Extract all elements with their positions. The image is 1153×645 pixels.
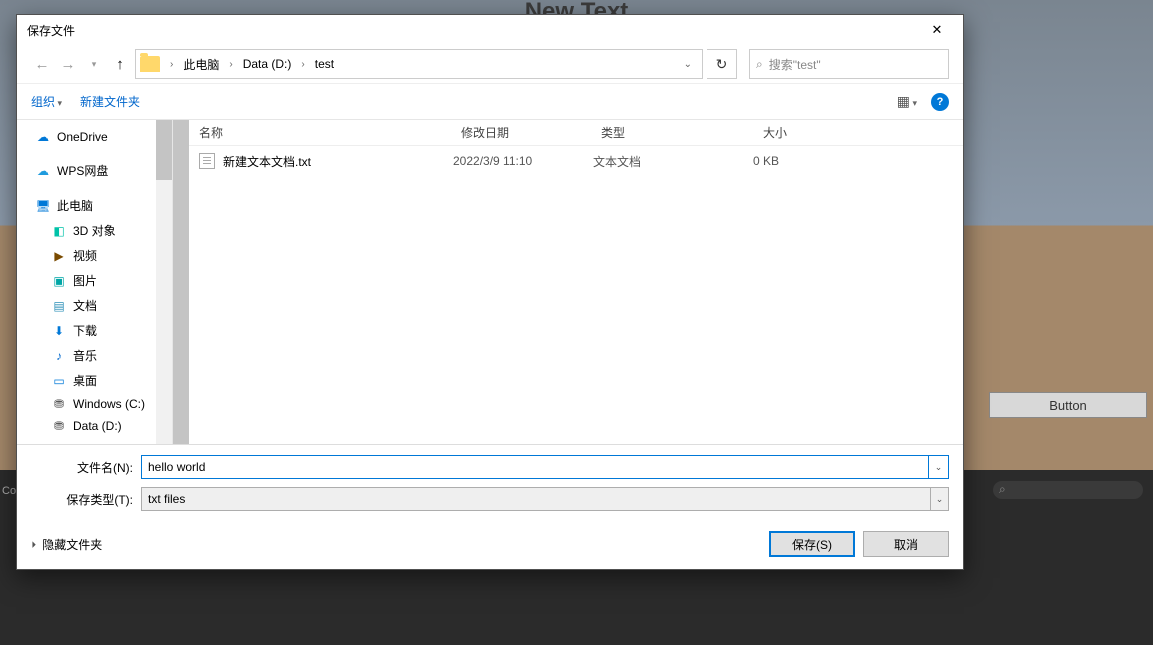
hide-folders-toggle[interactable]: 隐藏文件夹: [31, 536, 102, 553]
savetype-dropdown[interactable]: ⌄: [931, 487, 949, 511]
column-size[interactable]: 大小: [717, 124, 797, 141]
filename-input[interactable]: [141, 455, 929, 479]
chevron-right-icon: ›: [225, 59, 236, 70]
savetype-label: 保存类型(T):: [31, 491, 141, 508]
organize-menu[interactable]: 组织: [31, 93, 62, 110]
pc-icon: 🖥: [35, 199, 51, 213]
pictures-icon: ▣: [51, 274, 67, 288]
textfile-icon: [199, 153, 215, 169]
filename-dropdown[interactable]: ⌄: [929, 455, 949, 479]
tree-item-desktop[interactable]: ▭桌面: [17, 368, 172, 393]
drive-icon: ⛃: [51, 397, 67, 411]
dialog-titlebar: 保存文件 ✕: [17, 15, 963, 45]
back-button[interactable]: ←: [31, 53, 53, 75]
cloud-icon: ☁: [35, 130, 51, 144]
column-date[interactable]: 修改日期: [461, 124, 601, 141]
cloud-icon: ☁: [35, 164, 51, 178]
folder-icon: [140, 56, 160, 72]
recent-button[interactable]: ▾: [83, 53, 105, 75]
file-list-pane: 名称 修改日期 类型 大小 新建文本文档.txt 2022/3/9 11:10 …: [173, 120, 963, 444]
tree-item-3d[interactable]: ◧3D 对象: [17, 218, 172, 243]
breadcrumb-item-pc[interactable]: 此电脑: [179, 54, 223, 75]
navigation-row: ← → ▾ ↑ › 此电脑 › Data (D:) › test ⌄ ↻ ⌕ 搜…: [17, 45, 963, 83]
tree-item-drive-c[interactable]: ⛃Windows (C:): [17, 393, 172, 415]
file-name: 新建文本文档.txt: [223, 153, 311, 170]
tree-item-onedrive[interactable]: ☁OneDrive: [17, 126, 172, 148]
up-button[interactable]: ↑: [109, 53, 131, 75]
search-input[interactable]: ⌕ 搜索"test": [749, 49, 949, 79]
column-name[interactable]: 名称: [199, 124, 461, 141]
view-options-button[interactable]: ▦: [897, 93, 917, 110]
column-type[interactable]: 类型: [601, 124, 717, 141]
video-icon: ▶: [51, 249, 67, 263]
fields-area: 文件名(N): ⌄ 保存类型(T): txt files ⌄: [17, 444, 963, 525]
tree-item-pictures[interactable]: ▣图片: [17, 268, 172, 293]
file-row[interactable]: 新建文本文档.txt 2022/3/9 11:10 文本文档 0 KB: [189, 146, 963, 176]
search-placeholder: 搜索"test": [769, 56, 821, 73]
tree-item-wps[interactable]: ☁WPS网盘: [17, 158, 172, 183]
list-scrollbar[interactable]: [173, 120, 189, 444]
navigation-tree[interactable]: ☁OneDrive ☁WPS网盘 🖥此电脑 ◧3D 对象 ▶视频 ▣图片 ▤文档…: [17, 120, 173, 444]
desktop-icon: ▭: [51, 374, 67, 388]
music-icon: ♪: [51, 349, 67, 363]
tree-scrollbar[interactable]: [156, 120, 172, 444]
tree-item-downloads[interactable]: ⬇下载: [17, 318, 172, 343]
main-area: ☁OneDrive ☁WPS网盘 🖥此电脑 ◧3D 对象 ▶视频 ▣图片 ▤文档…: [17, 119, 963, 444]
breadcrumb[interactable]: › 此电脑 › Data (D:) › test ⌄: [135, 49, 703, 79]
new-folder-button[interactable]: 新建文件夹: [80, 93, 140, 110]
chevron-right-icon: ›: [166, 59, 177, 70]
tree-item-drive-d[interactable]: ⛃Data (D:): [17, 415, 172, 437]
documents-icon: ▤: [51, 299, 67, 313]
breadcrumb-item-folder[interactable]: test: [311, 55, 338, 73]
cube-icon: ◧: [51, 224, 67, 238]
file-date: 2022/3/9 11:10: [453, 154, 593, 168]
breadcrumb-dropdown[interactable]: ⌄: [678, 59, 698, 70]
refresh-button[interactable]: ↻: [707, 49, 737, 79]
unity-search-input[interactable]: [993, 481, 1143, 499]
save-button[interactable]: 保存(S): [769, 531, 855, 557]
savetype-combo[interactable]: txt files: [141, 487, 931, 511]
chevron-right-icon: ›: [297, 59, 308, 70]
tree-item-video[interactable]: ▶视频: [17, 243, 172, 268]
file-size: 0 KB: [709, 154, 789, 168]
dialog-title: 保存文件: [27, 22, 75, 39]
breadcrumb-item-drive[interactable]: Data (D:): [239, 55, 296, 73]
toolbar: 组织 新建文件夹 ▦ ?: [17, 83, 963, 119]
drive-icon: ⛃: [51, 419, 67, 433]
file-type: 文本文档: [593, 153, 709, 170]
tree-item-music[interactable]: ♪音乐: [17, 343, 172, 368]
column-headers[interactable]: 名称 修改日期 类型 大小: [189, 120, 963, 146]
search-icon: ⌕: [756, 57, 763, 72]
close-button[interactable]: ✕: [917, 17, 957, 43]
refresh-icon: ↻: [716, 56, 728, 73]
forward-button[interactable]: →: [57, 53, 79, 75]
tree-item-thispc[interactable]: 🖥此电脑: [17, 193, 172, 218]
cancel-button[interactable]: 取消: [863, 531, 949, 557]
help-button[interactable]: ?: [931, 93, 949, 111]
unity-button[interactable]: Button: [989, 392, 1147, 418]
tree-item-documents[interactable]: ▤文档: [17, 293, 172, 318]
download-icon: ⬇: [51, 324, 67, 338]
dialog-footer: 隐藏文件夹 保存(S) 取消: [17, 525, 963, 569]
save-file-dialog: 保存文件 ✕ ← → ▾ ↑ › 此电脑 › Data (D:) › test …: [16, 14, 964, 570]
close-icon: ✕: [932, 22, 943, 38]
filename-label: 文件名(N):: [31, 459, 141, 476]
